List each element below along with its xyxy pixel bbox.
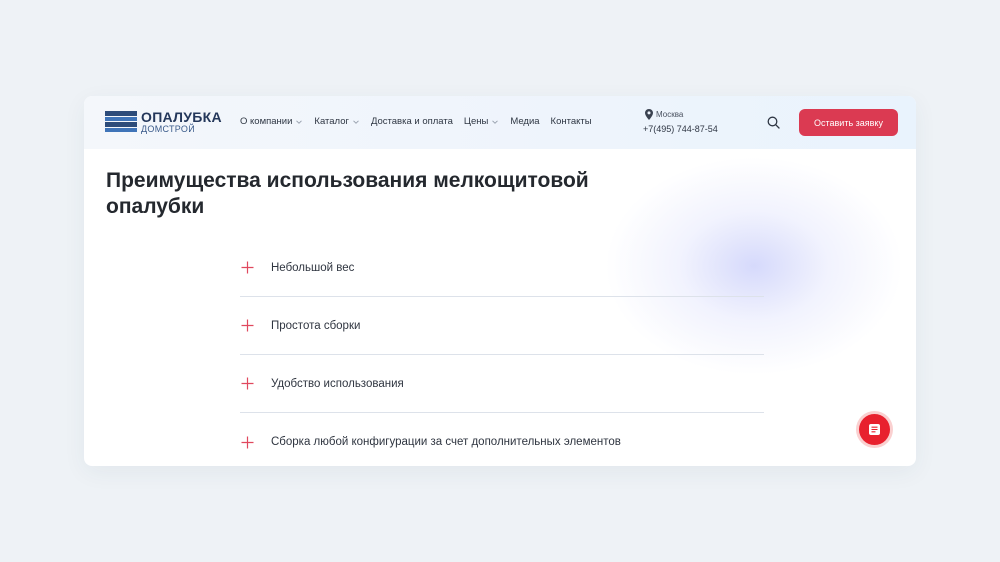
nav-item-catalog[interactable]: Каталог <box>314 116 360 127</box>
page-card: ОПАЛУБКА ДОМСТРОЙ О компании Каталог Дос… <box>84 96 916 466</box>
floating-form-button[interactable] <box>859 414 890 445</box>
page-title-line: опалубки <box>106 195 205 218</box>
accordion-item-label: Небольшой вес <box>271 261 355 274</box>
location[interactable]: Москва <box>645 109 683 120</box>
chevron-down-icon <box>353 119 359 124</box>
chevron-down-icon <box>492 119 499 124</box>
site-header: ОПАЛУБКА ДОМСТРОЙ О компании Каталог Дос… <box>84 96 916 149</box>
leave-request-button[interactable]: Оставить заявку <box>799 109 898 136</box>
accordion-item-easy-assembly[interactable]: Простота сборки <box>240 297 764 355</box>
nav-item-label: Цены <box>463 116 489 127</box>
accordion-item-label: Удобство использования <box>271 377 404 390</box>
document-icon <box>869 424 880 435</box>
search-icon[interactable] <box>767 116 780 129</box>
main-nav: О компании Каталог Доставка и оплата Цен… <box>240 116 603 127</box>
chevron-down-icon <box>296 119 303 124</box>
nav-item-media[interactable]: Медиа <box>510 116 539 127</box>
benefits-accordion: Небольшой вес Простота сборки Удобство и… <box>240 239 764 466</box>
nav-item-label: О компании <box>240 116 293 127</box>
logo-title: ОПАЛУБКА <box>141 109 222 125</box>
plus-icon <box>241 261 254 274</box>
accordion-item-label: Сборка любой конфигурации за счет дополн… <box>271 436 621 448</box>
accordion-item-ease-of-use[interactable]: Удобство использования <box>240 355 764 413</box>
nav-item-contacts[interactable]: Контакты <box>551 116 592 127</box>
plus-icon <box>241 319 254 332</box>
accordion-item-label: Простота сборки <box>271 319 361 332</box>
logo-subtitle: ДОМСТРОЙ <box>141 124 195 134</box>
page-title: Преимущества использования мелкощитовой … <box>106 168 666 220</box>
plus-icon <box>241 377 254 390</box>
nav-item-label: Доставка и оплата <box>370 116 453 127</box>
nav-item-label: Каталог <box>314 116 349 127</box>
city-label: Москва <box>656 110 684 119</box>
phone-link[interactable]: +7(495) 744-87-54 <box>643 124 718 134</box>
logo-text: ОПАЛУБКА ДОМСТРОЙ <box>141 110 222 134</box>
page-title-line: Преимущества использования мелкощитовой <box>106 169 589 192</box>
accordion-item-light-weight[interactable]: Небольшой вес <box>240 239 764 297</box>
nav-item-prices[interactable]: Цены <box>464 116 499 127</box>
logo-icon <box>105 111 137 132</box>
logo[interactable]: ОПАЛУБКА ДОМСТРОЙ <box>105 110 222 134</box>
nav-item-about[interactable]: О компании <box>240 116 303 127</box>
nav-item-delivery[interactable]: Доставка и оплата <box>371 116 453 127</box>
accordion-item-any-configuration[interactable]: Сборка любой конфигурации за счет дополн… <box>240 413 764 466</box>
plus-icon <box>241 436 254 448</box>
nav-item-label: Контакты <box>550 116 592 127</box>
map-pin-icon <box>645 109 653 120</box>
nav-item-label: Медиа <box>510 116 540 127</box>
